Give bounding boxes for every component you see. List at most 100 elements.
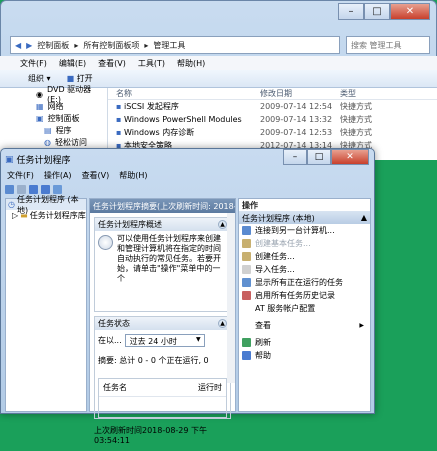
task-scheduler-icon: ▣ — [5, 154, 14, 165]
organize-button[interactable]: 组织 ▾ — [28, 73, 51, 84]
file-row[interactable]: ▪ Windows PowerShell Modules 2009-07-14 1… — [108, 113, 437, 126]
expand-arrow-icon[interactable]: ▷ — [12, 211, 18, 220]
menu-view[interactable]: 查看(V) — [98, 58, 126, 69]
column-task-name[interactable]: 任务名 — [103, 382, 127, 393]
task-status-header[interactable]: 任务状态 ▲ — [95, 317, 230, 330]
show-tree-icon[interactable] — [29, 184, 38, 194]
refresh-icon — [242, 338, 251, 347]
window-title: ▣ 任务计划程序 — [5, 154, 71, 167]
task-status-section: 任务状态▲ 在以...过去 24 小时 摘要: 总计 0 - 0 个正在运行, … — [94, 316, 231, 419]
file-row[interactable]: ▪ Windows 内存诊断 2009-07-14 12:53 快捷方式 — [108, 126, 437, 139]
actions-pane: 操作 任务计划程序 (本地) ▲ 连接到另一台计算机... 创建基本任务... 创建任… — [238, 198, 371, 412]
task-scheduler-menubar: 文件(F) 操作(A) 查看(V) 帮助(H) — [5, 169, 371, 182]
dvd-icon: ◉ — [36, 89, 43, 99]
close-button[interactable]: ✕ — [390, 3, 430, 20]
summary-counts: 摘要: 总计 0 - 0 个正在运行, 0 — [98, 356, 209, 365]
nav-item-ease-of-access[interactable]: ◍ 轻松访问 — [0, 136, 107, 148]
overview-section: 任务计划程序概述 ▲ 可以使用任务计划程序来创建和管理计算机将在指定的时间自动执行… — [94, 217, 231, 312]
tree-item-local[interactable]: ◷ 任务计划程序 (本地) — [6, 195, 86, 215]
shortcut-icon: ▪ — [116, 102, 124, 111]
time-range-select[interactable]: 过去 24 小时 — [124, 334, 205, 347]
file-list-header: 名称 修改日期 类型 — [108, 88, 437, 100]
overview-header[interactable]: 任务计划程序概述 ▲ — [95, 218, 230, 231]
column-name[interactable]: 名称 — [108, 88, 260, 99]
help-icon[interactable] — [41, 184, 50, 194]
summary-header: 任务计划程序摘要(上次刷新时间: 2018-08-29 — [90, 199, 235, 213]
action-create-basic-task[interactable]: 创建基本任务... — [239, 237, 370, 250]
search-input[interactable]: 搜索 管理工具 — [346, 36, 430, 54]
maximize-button[interactable]: □ — [307, 149, 331, 165]
summary-pane: 任务计划程序摘要(上次刷新时间: 2018-08-29 任务计划程序概述▲ 可以… — [89, 198, 236, 445]
back-icon[interactable] — [5, 184, 14, 194]
action-label: 启用所有任务历史记录 — [255, 291, 335, 300]
overview-icon — [98, 235, 113, 250]
actions-title: 操作 — [242, 201, 258, 210]
back-arrow-icon[interactable]: ◀ — [15, 41, 21, 50]
action-create-task[interactable]: 创建任务... — [239, 250, 370, 263]
action-at-service-account[interactable]: AT 服务帐户配置 — [239, 302, 370, 315]
nav-item-dvd[interactable]: ◉ DVD 驱动器 (E:) — [0, 85, 107, 104]
forward-icon[interactable] — [17, 184, 26, 194]
action-label: 创建基本任务... — [255, 239, 311, 248]
breadcrumb-2[interactable]: 所有控制面板项 — [83, 40, 139, 51]
forward-arrow-icon[interactable]: ▶ — [26, 41, 32, 50]
nav-item-control-panel[interactable]: ▣ 控制面板 — [0, 112, 107, 124]
clock-icon: ◷ — [8, 200, 15, 209]
action-label: 导入任务... — [255, 265, 295, 274]
column-date[interactable]: 修改日期 — [260, 88, 340, 99]
action-label: 创建任务... — [255, 252, 295, 261]
breadcrumb-3[interactable]: 管理工具 — [153, 40, 185, 51]
menu-help[interactable]: 帮助(H) — [177, 58, 205, 69]
task-status-table: 任务名 运行时 — [98, 378, 227, 418]
action-label: 查看 — [255, 321, 271, 330]
properties-icon[interactable] — [53, 184, 62, 194]
ease-of-access-icon: ◍ — [44, 137, 51, 147]
menu-help[interactable]: 帮助(H) — [119, 170, 147, 181]
menu-file[interactable]: 文件(F) — [7, 170, 34, 181]
action-label: 连接到另一台计算机... — [255, 226, 335, 235]
collapse-icon[interactable]: ▲ — [361, 213, 367, 222]
action-enable-task-history[interactable]: 启用所有任务历史记录 — [239, 289, 370, 302]
blank-icon — [242, 321, 251, 330]
task-scheduler-window: ▣ 任务计划程序 – □ ✕ 文件(F) 操作(A) 查看(V) 帮助(H) ◷ 任… — [0, 148, 375, 445]
breadcrumb-1[interactable]: 控制面板 — [37, 40, 69, 51]
action-help[interactable]: 帮助 — [239, 349, 370, 362]
tree-item-library[interactable]: ▷ ▬ 任务计划程序库 — [6, 210, 86, 221]
close-button[interactable]: ✕ — [331, 149, 369, 165]
history-icon — [242, 291, 251, 300]
blank-icon — [242, 304, 251, 313]
minimize-button[interactable]: – — [338, 3, 364, 20]
action-import-task[interactable]: 导入任务... — [239, 263, 370, 276]
file-row[interactable]: ▪ iSCSI 发起程序 2009-07-14 12:54 快捷方式 — [108, 100, 437, 113]
actions-section-header[interactable]: 任务计划程序 (本地) ▲ — [239, 211, 370, 224]
minimize-button[interactable]: – — [283, 149, 307, 165]
column-run-time[interactable]: 运行时 — [198, 382, 222, 393]
folder-icon: ▬ — [20, 211, 28, 220]
nav-item-programs[interactable]: ▤ 程序 — [0, 124, 107, 136]
import-icon — [242, 265, 251, 274]
open-button[interactable]: ■ 打开 — [67, 73, 93, 84]
action-connect-computer[interactable]: 连接到另一台计算机... — [239, 224, 370, 237]
address-bar[interactable]: ◀ ▶ 控制面板 ▸ 所有控制面板项 ▸ 管理工具 — [10, 36, 340, 54]
range-label: 在以... — [98, 336, 122, 345]
basic-task-icon — [242, 239, 251, 248]
menu-file[interactable]: 文件(F) — [20, 58, 47, 69]
console-tree: ◷ 任务计划程序 (本地) ▷ ▬ 任务计划程序库 — [5, 195, 87, 412]
collapse-icon[interactable]: ▲ — [218, 319, 227, 328]
task-icon — [242, 252, 251, 261]
menu-action[interactable]: 操作(A) — [44, 170, 72, 181]
menu-tools[interactable]: 工具(T) — [138, 58, 165, 69]
action-show-running-tasks[interactable]: 显示所有正在运行的任务 — [239, 276, 370, 289]
computer-icon — [242, 226, 251, 235]
open-icon: ■ — [66, 74, 77, 83]
explorer-menubar: 文件(F) 编辑(E) 查看(V) 工具(T) 帮助(H) — [0, 56, 437, 70]
action-view[interactable]: 查看 ▶ — [239, 319, 370, 332]
column-type[interactable]: 类型 — [340, 88, 356, 99]
collapse-icon[interactable]: ▲ — [218, 220, 227, 229]
action-refresh[interactable]: 刷新 — [239, 336, 370, 349]
submenu-arrow-icon: ▶ — [359, 322, 364, 329]
menu-edit[interactable]: 编辑(E) — [59, 58, 86, 69]
menu-view[interactable]: 查看(V) — [82, 170, 110, 181]
action-label: 帮助 — [255, 351, 271, 360]
maximize-button[interactable]: □ — [364, 3, 390, 20]
